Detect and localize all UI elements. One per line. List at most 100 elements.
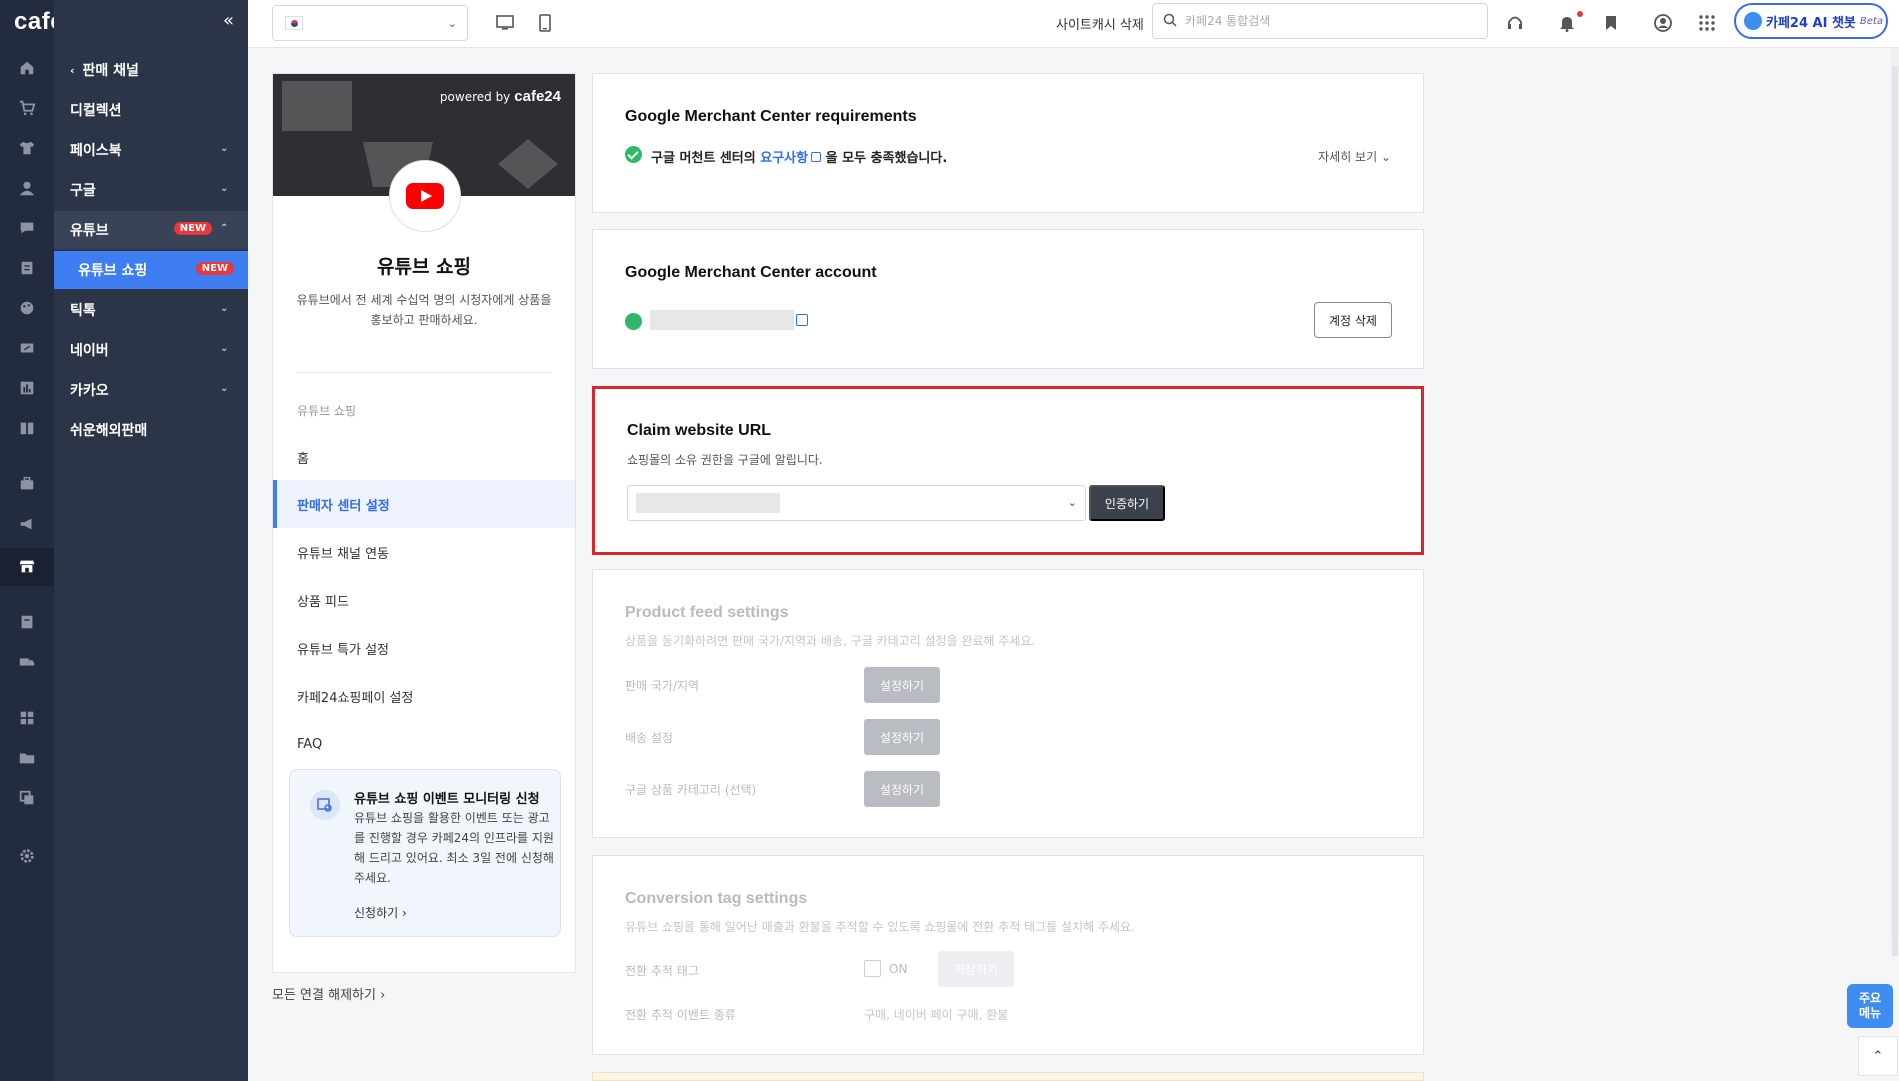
delete-account-button[interactable]: 계정 삭제 [1314, 302, 1392, 338]
conversion-tag-checkbox[interactable] [864, 960, 881, 977]
page-scrollbar[interactable] [1891, 48, 1899, 956]
event-monitoring-box: 유튜브 쇼핑 이벤트 모니터링 신청 유튜브 쇼핑을 활용한 이벤트 또는 광고… [289, 769, 561, 937]
bell-icon[interactable] [1556, 12, 1578, 34]
bookmark-icon[interactable] [1600, 12, 1622, 34]
shirt-icon[interactable] [17, 138, 37, 158]
document-icon[interactable] [17, 612, 37, 632]
youtube-icon [406, 183, 444, 209]
conversion-event-value: 구매, 네이버 페이 구매, 환불 [864, 1008, 1009, 1022]
gear-icon[interactable] [17, 846, 37, 866]
copy-icon[interactable] [17, 788, 37, 808]
chevron-down-icon: ⌄ [220, 303, 229, 314]
claim-website-card: Claim website URL 쇼핑몰의 소유 권한을 구글에 알립니다. … [592, 386, 1424, 555]
nav-youtube-deals[interactable]: 유튜브 특가 설정 [273, 624, 575, 672]
chat-icon[interactable] [17, 218, 37, 238]
main-menu-button[interactable]: 주요 메뉴 [1847, 984, 1893, 1028]
menu-item-kakao[interactable]: 카카오 ⌄ [54, 371, 248, 409]
nav-faq[interactable]: FAQ [273, 720, 575, 768]
requirements-status: 구글 머천트 센터의 요구사항 을 모두 충족했습니다. [651, 147, 947, 166]
truck-icon[interactable] [17, 652, 37, 672]
requirements-link[interactable]: 요구사항 [760, 151, 808, 166]
menu-item-youtube[interactable]: 유튜브 NEW ⌃ [54, 211, 248, 249]
conversion-event-label: 전환 추적 이벤트 종류 [625, 1008, 736, 1022]
product-feed-subtitle: 상품을 동기화하려면 판매 국가/지역과 배송, 구글 카테고리 설정을 완료해… [625, 634, 1036, 648]
event-description: 유튜브 쇼핑을 활용한 이벤트 또는 광고를 진행할 경우 카페24의 인프라를… [354, 811, 554, 885]
user-icon[interactable] [17, 178, 37, 198]
shipping-setup-button[interactable]: 설정하기 [864, 719, 940, 755]
menu-item-facebook[interactable]: 페이스북 ⌄ [54, 131, 248, 169]
external-link-icon[interactable] [796, 314, 808, 326]
account-icon[interactable] [1652, 12, 1674, 34]
event-apply-link[interactable]: 신청하기 › [354, 904, 407, 921]
home-icon[interactable] [17, 58, 37, 78]
menu-back-sales-channel[interactable]: ‹ 판매 채널 [54, 51, 248, 89]
sales-country-setup-button[interactable]: 설정하기 [864, 667, 940, 703]
powered-by: powered by cafe24 [440, 88, 561, 105]
scrollbar-thumb[interactable] [1892, 66, 1898, 956]
menu-item-tiktok[interactable]: 틱톡 ⌄ [54, 291, 248, 329]
menu-item-label: 디컬렉션 [70, 103, 122, 119]
google-category-setup-button[interactable]: 설정하기 [864, 771, 940, 807]
verify-button[interactable]: 인증하기 [1089, 485, 1165, 521]
chevron-down-icon: ⌄ [220, 183, 229, 194]
scroll-to-top-button[interactable]: ⌃ [1858, 1036, 1898, 1076]
megaphone-icon[interactable] [17, 514, 37, 534]
search-icon [1163, 13, 1177, 31]
coupon-icon[interactable] [17, 338, 37, 358]
global-search[interactable] [1152, 3, 1488, 39]
conversion-title: Conversion tag settings [625, 890, 808, 907]
nav-youtube-channel-link[interactable]: 유튜브 채널 연동 [273, 528, 575, 576]
briefcase-icon[interactable] [17, 474, 37, 494]
search-input[interactable] [1185, 14, 1475, 28]
icon-rail [0, 0, 54, 1081]
website-url-select[interactable]: ⌄ [627, 485, 1086, 521]
menu-item-google[interactable]: 구글 ⌄ [54, 171, 248, 209]
book-icon[interactable] [17, 418, 37, 438]
board-icon[interactable] [17, 258, 37, 278]
notification-dot [1577, 11, 1583, 17]
mobile-view-icon[interactable] [534, 12, 556, 34]
requirements-text-after: 을 모두 충족했습니다. [821, 151, 948, 166]
chevron-down-icon: ⌄ [220, 383, 229, 394]
desktop-view-icon[interactable] [494, 12, 516, 34]
chatbot-icon [1744, 12, 1762, 30]
requirements-text-before: 구글 머천트 센터의 [651, 151, 761, 166]
event-title: 유튜브 쇼핑 이벤트 모니터링 신청 [354, 792, 540, 807]
collapse-menu-button[interactable]: « [223, 10, 234, 31]
site-cache-delete-link[interactable]: 사이트캐시 삭제 [1056, 14, 1144, 33]
nav-merchant-center-settings[interactable]: 판매자 센터 설정 [273, 480, 575, 528]
stats-icon[interactable] [17, 378, 37, 398]
claim-title: Claim website URL [627, 422, 772, 439]
conversion-subtitle: 유튜브 쇼핑을 통해 일어난 매출과 환불을 추적할 수 있도록 쇼핑몰에 전환… [625, 920, 1135, 934]
cart-icon[interactable] [17, 98, 37, 118]
chatbot-label: 카페24 AI 챗봇 [1766, 15, 1856, 31]
chevron-up-icon: ⌃ [1872, 1048, 1884, 1064]
store-icon[interactable] [17, 556, 37, 576]
panel-description: 유튜브에서 전 세계 수십억 명의 시청자에게 상품을 홍보하고 판매하세요. [296, 293, 552, 327]
headset-icon[interactable] [1504, 12, 1526, 34]
folder-icon[interactable] [17, 748, 37, 768]
nav-shoppingpay-settings[interactable]: 카페24쇼핑페이 설정 [273, 672, 575, 720]
nav-product-feed[interactable]: 상품 피드 [273, 576, 575, 624]
nav-home[interactable]: 홈 [273, 433, 575, 481]
side-menu: « ‹ 판매 채널 디컬렉션 페이스북 ⌄ 구글 ⌄ 유튜브 NEW ⌃ 유튜브… [54, 0, 248, 1081]
menu-back-label: 판매 채널 [82, 63, 139, 79]
menu-item-easy-global[interactable]: 쉬운해외판매 [54, 411, 248, 449]
country-select[interactable]: ⌄ [272, 5, 468, 41]
google-category-label: 구글 상품 카테고리 (선택) [625, 783, 757, 797]
menu-item-naver[interactable]: 네이버 ⌄ [54, 331, 248, 369]
grid-menu-icon[interactable] [1696, 12, 1718, 34]
product-feed-title: Product feed settings [625, 604, 789, 621]
menu-item-dcollection[interactable]: 디컬렉션 [54, 91, 248, 129]
ai-chatbot-button[interactable]: 카페24 AI 챗봇 Beta [1734, 3, 1888, 39]
youtube-logo-badge [389, 160, 461, 232]
menu-item-label: 카카오 [70, 383, 109, 399]
apps-icon[interactable] [17, 708, 37, 728]
conversion-tag-save-button[interactable]: 저장하기 [938, 951, 1014, 987]
disconnect-all-link[interactable]: 모든 연결 해제하기 › [272, 984, 385, 1003]
menu-item-youtube-shopping[interactable]: 유튜브 쇼핑 NEW [54, 251, 248, 289]
tag-icon [498, 139, 558, 189]
requirements-title: Google Merchant Center requirements [625, 108, 917, 125]
more-details-link[interactable]: 자세히 보기 ⌄ [1318, 148, 1391, 165]
palette-icon[interactable] [17, 298, 37, 318]
